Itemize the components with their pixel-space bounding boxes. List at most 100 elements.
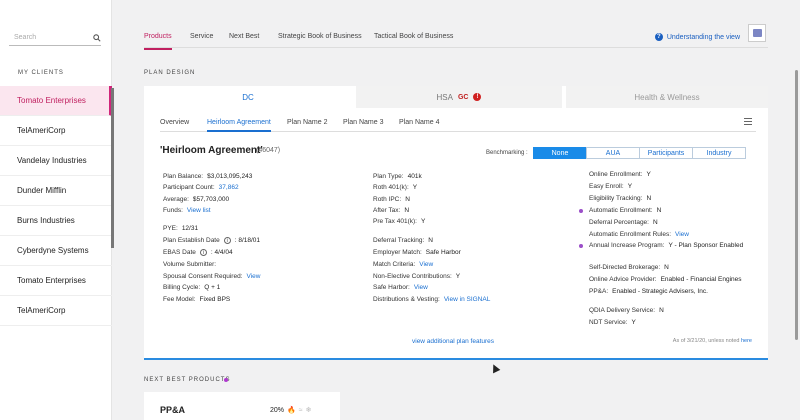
field-label: Spousal Consent Required: [163,273,243,280]
field-label: EBAS Date [163,249,196,256]
hsa-label: HSA [436,92,453,102]
tab-strategic-book[interactable]: Strategic Book of Business [278,33,362,40]
match-criteria-link[interactable]: View [419,261,433,268]
tab-health-wellness[interactable]: Health & Wellness [566,86,768,108]
field-label: QDIA Delivery Service: [589,307,656,314]
funds: Funds: View list [163,207,211,214]
list-icon[interactable] [744,118,752,125]
field-value: Q + 1 [204,284,221,291]
field-value: Y [631,319,636,326]
client-item[interactable]: TelAmeriCorp [0,116,112,146]
as-of-here-link[interactable]: here [741,338,752,344]
field-value: N [428,237,433,244]
field-label: Safe Harbor: [373,284,410,291]
participant-count: Participant Count: 37,862 [163,184,239,191]
field-label: Roth 401(k): [373,184,409,191]
field-label: NDT Service: [589,319,628,326]
mouse-cursor [489,362,501,374]
status-dot [579,244,583,248]
gc-badge: GC [457,93,469,101]
field-value: N [659,307,664,314]
ebas-date: EBAS Date i: 4/4/04 [163,249,233,256]
tab-products[interactable]: Products [144,33,172,50]
field-label: Pre Tax 401(k): [373,218,417,225]
status-dot [224,378,228,382]
participant-count-link[interactable]: 37,862 [219,184,239,191]
spousal-view-link[interactable]: View [247,273,261,280]
view-toggle-button[interactable] [748,24,766,42]
as-of-note: As of 3/21/20, unless noted here [673,338,752,344]
page-scrollbar[interactable] [795,70,798,340]
subtab-overview[interactable]: Overview [160,119,189,126]
field-label: Non-Elective Contributions: [373,273,452,280]
field-label: After Tax: [373,207,401,214]
subtab-plan4[interactable]: Plan Name 4 [399,119,439,126]
auto-rules-link[interactable]: View [675,231,689,238]
search-input[interactable]: Search [9,30,101,46]
field-label: Billing Cycle: [163,284,201,291]
search-icon[interactable] [93,33,101,42]
tab-hsa[interactable]: HSA GC ! [356,86,562,108]
understanding-the-view-link[interactable]: ? Understanding the view [654,33,740,41]
easy-enroll: Easy Enroll: Y [589,183,632,190]
info-icon[interactable]: i [223,237,231,244]
safe-harbor-link[interactable]: View [414,284,428,291]
status-dot [579,209,583,213]
client-item[interactable]: Vandelay Industries [0,146,112,176]
tab-tactical-book[interactable]: Tactical Book of Business [374,33,453,40]
snowflake-icon: ❄ [305,407,312,414]
main-content: Products Service Next Best Strategic Boo… [112,0,800,420]
self-directed-brokerage: Self-Directed Brokerage: N [589,264,669,271]
field-label: Deferral Percentage: [589,219,649,226]
funds-view-list-link[interactable]: View list [187,207,211,214]
deferral-tracking: Deferral Tracking: N [373,237,433,244]
non-elective: Non-Elective Contributions: Y [373,273,460,280]
benchmark-toggle: None AUA Participants Industry [533,147,746,159]
tab-next-best[interactable]: Next Best [229,33,259,40]
field-value: Y [627,183,633,190]
benchmark-aua[interactable]: AUA [586,147,640,159]
tab-service[interactable]: Service [190,33,213,40]
field-value: Enabled - Financial Engines [660,276,742,283]
client-item[interactable]: Cyberdyne Systems [0,236,112,266]
field-label: Average: [163,196,189,203]
field-label: Funds: [163,207,183,214]
next-best-card[interactable]: PP&A 20% 🔥 ≈ ❄ [144,392,340,420]
benchmark-none[interactable]: None [533,147,587,159]
benchmark-participants[interactable]: Participants [639,147,693,159]
field-label: Online Enrollment: [589,171,643,178]
client-item[interactable]: Burns Industries [0,206,112,236]
view-additional-features-link[interactable]: view additional plan features [412,338,494,345]
online-enrollment: Online Enrollment: Y [589,171,651,178]
subtab-plan2[interactable]: Plan Name 2 [287,119,327,126]
client-item[interactable]: Tomato Enterprises [0,266,112,296]
view-in-signal-link[interactable]: View in SIGNAL [444,296,490,303]
tab-dc[interactable]: DC [144,86,352,108]
billing-cycle: Billing Cycle: Q + 1 [163,284,220,291]
eligibility-tracking: Eligibility Tracking: N [589,195,651,202]
subtab-plan3[interactable]: Plan Name 3 [343,119,383,126]
field-label: Roth IPC: [373,196,402,203]
benchmark-industry[interactable]: Industry [692,147,746,159]
field-label: Plan Balance: [163,173,204,180]
field-value: Y [646,171,651,178]
wave-icon: ≈ [298,406,303,414]
field-label: Easy Enroll: [589,183,624,190]
client-item[interactable]: Dunder Mifflin [0,176,112,206]
employer-match: Employer Match: Safe Harbor [373,249,461,256]
field-label: Employer Match: [373,249,422,256]
subtab-heirloom[interactable]: Heirloom Agreement [207,119,271,132]
client-item[interactable]: Tomato Enterprises [0,86,112,116]
field-value: Y - Plan Sponsor Enabled [668,242,744,249]
panel-icon [752,29,762,37]
roth-401k: Roth 401(k): Y [373,184,417,191]
field-label: PP&A: [589,288,609,295]
plan-subnav: Overview Heirloom Agreement Plan Name 2 … [160,116,756,132]
field-value: N [405,196,410,203]
benchmarking-label: Benchmarking : [486,150,528,156]
info-icon[interactable]: i [199,249,207,256]
client-item[interactable]: TelAmeriCorp [0,296,112,326]
field-label: Automatic Enrollment: [589,207,653,214]
plan-balance: Plan Balance: $3,013,095,243 [163,173,252,180]
plan-type: Plan Type: 401k [373,173,422,180]
